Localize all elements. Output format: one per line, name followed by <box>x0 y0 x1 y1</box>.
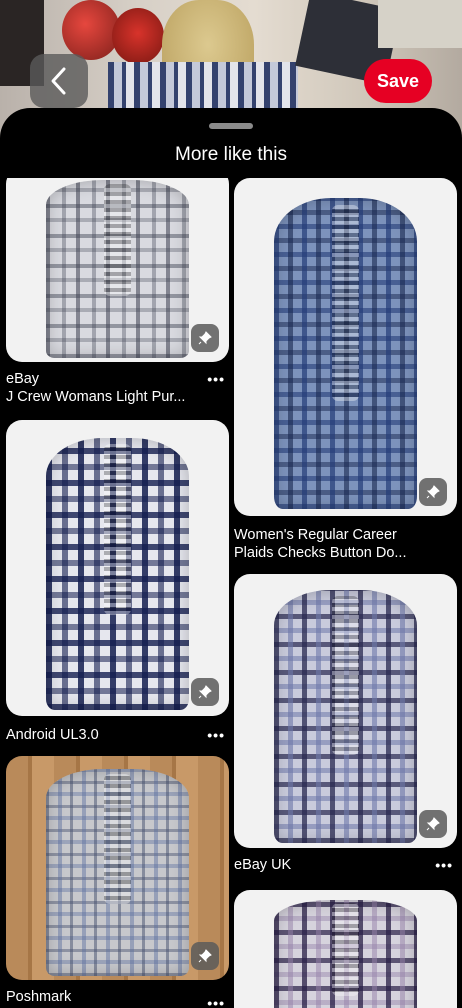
pin-title: Plaids Checks Button Do... <box>234 545 407 561</box>
pin-meta: Women's Regular Career Plaids Checks But… <box>234 526 457 562</box>
pin-image[interactable] <box>234 178 457 516</box>
pushpin-icon[interactable] <box>419 478 447 506</box>
sheet-title: More like this <box>175 144 287 165</box>
pin-image[interactable] <box>234 574 457 848</box>
pin-image[interactable] <box>6 756 229 980</box>
ruffle-detail <box>104 773 131 904</box>
pin-source: eBay <box>6 371 40 387</box>
wall-mask <box>112 8 164 64</box>
pin-source: eBay UK <box>234 857 292 873</box>
more-dots-icon[interactable]: ••• <box>207 728 225 742</box>
pin-meta: eBay UK ••• <box>234 856 457 874</box>
save-button[interactable]: Save <box>364 59 432 103</box>
pin-image[interactable] <box>6 178 229 362</box>
sheet-drag-handle[interactable] <box>209 123 253 129</box>
wall-poster <box>378 0 462 48</box>
ruffle-detail <box>104 443 131 616</box>
ruffle-detail <box>332 595 359 755</box>
pushpin-icon[interactable] <box>419 810 447 838</box>
pin-image[interactable] <box>6 420 229 716</box>
back-button[interactable] <box>30 54 88 108</box>
pushpin-icon[interactable] <box>191 942 219 970</box>
pin-grid: eBay J Crew Womans Light Pur... ••• Andr… <box>0 178 462 1008</box>
more-like-this-sheet: More like this eBay J Crew Womans Light … <box>0 108 462 1008</box>
pin-source: Android UL3.0 <box>6 727 99 743</box>
pushpin-icon[interactable] <box>191 678 219 706</box>
ruffle-detail <box>332 205 359 402</box>
pin-source: Poshmark <box>6 989 72 1005</box>
ruffle-detail <box>104 183 131 297</box>
pin-title: J Crew Womans Light Pur... <box>6 389 186 405</box>
ruffle-detail <box>332 902 359 996</box>
pushpin-icon[interactable] <box>191 324 219 352</box>
more-dots-icon[interactable]: ••• <box>207 372 225 386</box>
more-dots-icon[interactable]: ••• <box>435 858 453 872</box>
wall-mask <box>62 0 120 60</box>
pin-meta: eBay J Crew Womans Light Pur... ••• <box>6 370 229 406</box>
pin-meta: Poshmark ••• <box>6 988 229 1008</box>
pin-image[interactable] <box>234 890 457 1008</box>
pin-title: Women's Regular Career <box>234 527 397 543</box>
pin-meta: Android UL3.0 ••• <box>6 726 229 744</box>
chevron-left-icon <box>51 67 66 95</box>
